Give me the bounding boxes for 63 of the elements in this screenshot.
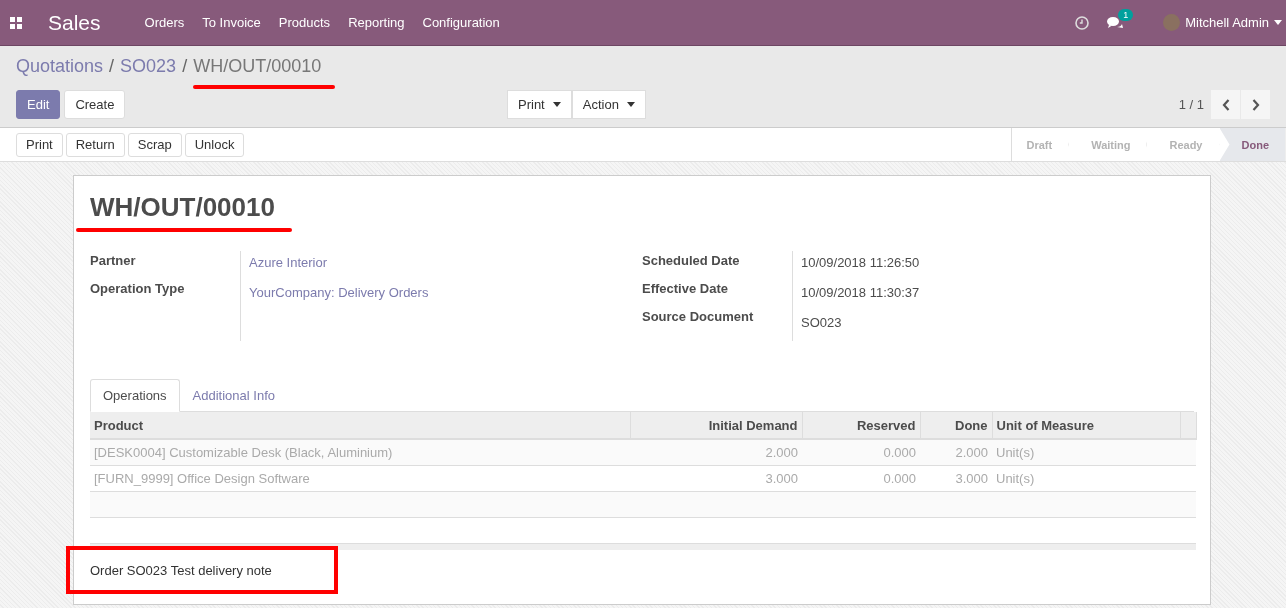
user-menu[interactable]: Mitchell Admin: [1163, 14, 1282, 31]
field-label: Source Document: [642, 309, 755, 326]
breadcrumb-link[interactable]: WH/OUT/00010: [193, 56, 322, 76]
menu-item[interactable]: Reporting: [348, 15, 405, 30]
header-button[interactable]: Unlock: [184, 132, 245, 157]
field-value[interactable]: YourCompany: Delivery Orders: [249, 283, 429, 303]
form-button[interactable]: Edit: [16, 90, 61, 119]
table-cell: [FURN_9999] Office Design Software: [90, 465, 630, 492]
pager-value: 1 / 1: [1178, 97, 1204, 112]
field-value: 10/09/2018 11:30:37: [801, 284, 920, 302]
dropdown-button[interactable]: Print: [507, 90, 572, 119]
column-header[interactable]: Unit of Measure: [992, 412, 1180, 439]
chevron-right-icon: [1251, 98, 1260, 111]
table-cell: 3.000: [630, 465, 802, 492]
note-text: Order SO023 Test delivery note: [90, 562, 272, 578]
caret-icon: [552, 102, 561, 107]
clock-icon[interactable]: [1075, 15, 1090, 30]
record-title: WH/OUT/00010: [90, 192, 275, 223]
form-button[interactable]: Create: [64, 90, 126, 119]
previous-button[interactable]: [1211, 90, 1240, 119]
status-stage[interactable]: Done: [1219, 128, 1286, 161]
apps-grid-icon[interactable]: [10, 16, 22, 29]
header-button[interactable]: Scrap: [127, 132, 182, 157]
field-value: 10/09/2018 11:26:50: [801, 254, 920, 272]
field-label: Operation Type: [90, 281, 186, 298]
message-count-badge: 1: [1118, 8, 1134, 21]
breadcrumb-separator: /: [182, 56, 188, 77]
caret-icon: [1274, 20, 1282, 25]
field-label: Effective Date: [642, 281, 729, 298]
app-title[interactable]: Sales: [48, 10, 101, 35]
column-header[interactable]: Reserved: [802, 412, 920, 439]
field-label: Scheduled Date: [642, 253, 741, 270]
table-cell: 2.000: [630, 439, 802, 466]
header-button[interactable]: Print: [16, 132, 63, 157]
tab[interactable]: Operations: [90, 379, 180, 412]
chevron-left-icon: [1221, 98, 1230, 111]
field-label: Partner: [90, 253, 137, 270]
menu-item[interactable]: Products: [278, 15, 331, 30]
dropdown-button[interactable]: Action: [571, 90, 646, 119]
table-cell: 2.000: [920, 439, 992, 466]
table-cell: 0.000: [802, 465, 920, 492]
header-button[interactable]: Return: [65, 132, 125, 157]
field-value: SO023: [801, 314, 843, 332]
column-header[interactable]: Done: [920, 412, 992, 439]
field-value[interactable]: Azure Interior: [249, 253, 429, 273]
chat-bubbles-icon[interactable]: [1107, 15, 1124, 30]
table-cell: 0.000: [802, 439, 920, 466]
breadcrumb-link[interactable]: SO023: [120, 56, 177, 76]
caret-icon: [626, 102, 635, 107]
next-button[interactable]: [1241, 90, 1270, 119]
menu-item[interactable]: To Invoice: [202, 15, 261, 30]
table-cell: 3.000: [920, 465, 992, 492]
column-header[interactable]: Product: [90, 412, 630, 439]
column-header[interactable]: Initial Demand: [630, 412, 802, 439]
table-cell: Unit(s): [992, 465, 1180, 492]
table-cell: Unit(s): [992, 439, 1180, 466]
tab[interactable]: Additional Info: [179, 379, 288, 411]
breadcrumb-separator: /: [109, 56, 115, 77]
menu-item[interactable]: Configuration: [422, 15, 500, 30]
breadcrumb-link[interactable]: Quotations: [16, 56, 104, 76]
table-cell: [DESK0004] Customizable Desk (Black, Aluminium): [90, 439, 630, 466]
avatar: [1163, 14, 1181, 31]
menu-item[interactable]: Orders: [144, 15, 185, 30]
